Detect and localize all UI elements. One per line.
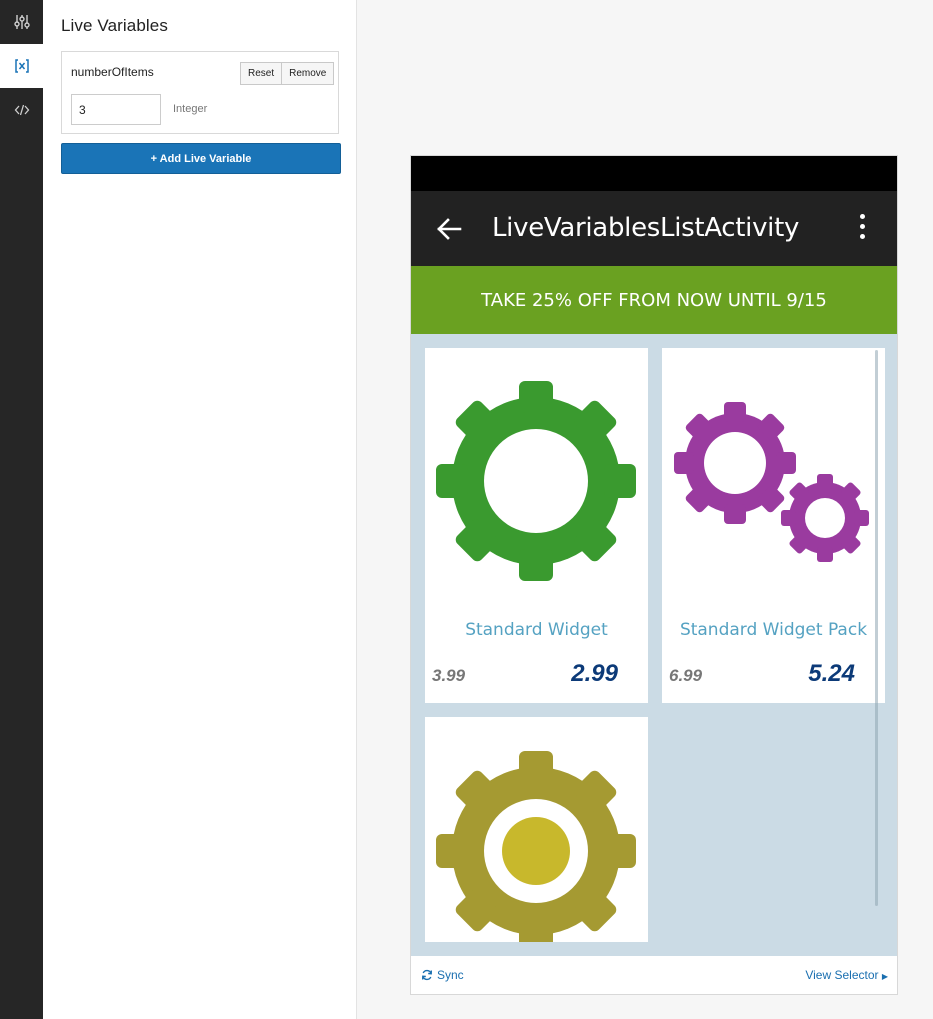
original-price: 6.99 [669, 666, 703, 685]
variable-card: numberOfItems Reset Remove Integer [61, 51, 339, 134]
preview-footer: Sync View Selector ▶ [411, 956, 897, 994]
olive-gear-icon [436, 751, 636, 942]
sliders-icon [13, 15, 30, 29]
remove-button[interactable]: Remove [282, 62, 335, 85]
sync-link[interactable]: Sync [421, 968, 464, 982]
sync-label: Sync [437, 968, 464, 982]
app-bar: LiveVariablesListActivity [411, 191, 897, 266]
settings-sliders-button[interactable] [0, 0, 43, 44]
purple-gears-icon [674, 402, 869, 562]
caret-right-icon: ▶ [881, 972, 888, 981]
live-variables-button[interactable] [0, 44, 43, 88]
sale-price: 2.99 [571, 660, 618, 687]
panel-title: Live Variables [61, 16, 168, 35]
variable-type-label: Integer [173, 103, 208, 115]
view-selector-link[interactable]: View Selector ▶ [805, 968, 888, 982]
variable-bracket-icon [14, 59, 29, 73]
promo-banner: TAKE 25% OFF FROM NOW UNTIL 9/15 [411, 266, 897, 334]
reset-button[interactable]: Reset [240, 62, 283, 85]
add-live-variable-button[interactable]: + Add Live Variable [61, 143, 341, 174]
sync-icon [422, 969, 432, 981]
product-name: Standard Widget [465, 620, 608, 640]
list-scrollbar[interactable] [875, 350, 878, 906]
sale-price: 5.24 [808, 660, 855, 687]
code-icon [14, 104, 29, 116]
tool-rail [0, 0, 43, 1019]
green-gear-icon [436, 381, 636, 581]
product-card[interactable]: Standard Widget Pack 6.99 5.24 [662, 348, 885, 703]
overflow-menu-icon[interactable] [857, 214, 869, 244]
back-arrow-icon[interactable] [435, 215, 463, 243]
variable-name: numberOfItems [71, 65, 154, 79]
product-name: Standard Widget Pack [679, 620, 868, 640]
device-preview: LiveVariablesListActivity TAKE 25% OFF F… [410, 155, 898, 995]
product-card[interactable]: Standard Widget 3.99 2.99 [425, 348, 648, 703]
live-variables-panel: Live Variables numberOfItems Reset Remov… [43, 0, 357, 1019]
variable-actions: Reset Remove [240, 62, 335, 85]
original-price: 3.99 [432, 666, 466, 685]
view-selector-label: View Selector [805, 968, 879, 982]
code-button[interactable] [0, 88, 43, 132]
activity-title: LiveVariablesListActivity [492, 213, 800, 243]
product-card[interactable] [425, 717, 648, 942]
status-bar [411, 156, 897, 191]
product-grid[interactable]: Standard Widget 3.99 2.99 Standard Widge… [411, 334, 897, 956]
variable-value-input[interactable] [71, 94, 161, 125]
